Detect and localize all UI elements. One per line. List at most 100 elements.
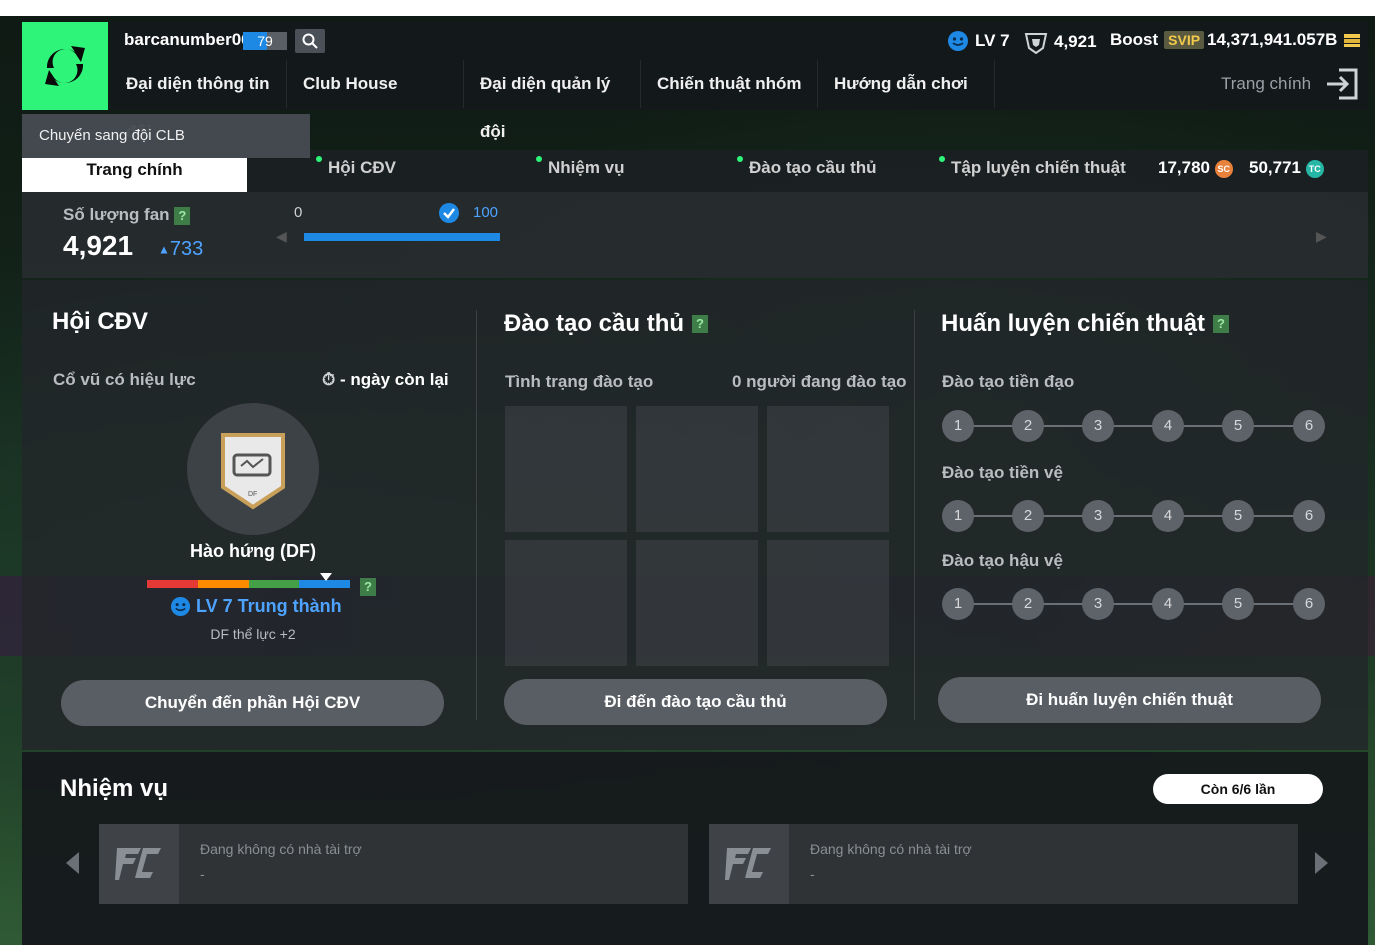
tab-tactics-practice[interactable]: Tập luyện chiến thuật <box>951 158 1126 178</box>
sponsor-text: Đang không có nhà tài trợ <box>200 841 362 857</box>
step-node[interactable]: 5 <box>1222 588 1254 620</box>
step-line <box>958 515 1311 517</box>
svip-badge: SVIP <box>1164 31 1205 49</box>
tactics-help-icon[interactable]: ? <box>1213 315 1230 333</box>
step-node[interactable]: 2 <box>1012 500 1044 532</box>
search-button[interactable] <box>295 29 325 53</box>
account-level-text: LV 7 <box>975 31 1010 50</box>
step-node[interactable]: 6 <box>1293 500 1325 532</box>
loyalty-meter <box>147 580 350 588</box>
step-node[interactable]: 1 <box>942 500 974 532</box>
missions-next-arrow-icon[interactable] <box>1315 852 1328 874</box>
training-slot[interactable] <box>636 540 758 666</box>
training-help-icon[interactable]: ? <box>692 315 709 333</box>
tab-player-training[interactable]: Đào tạo cầu thủ <box>749 158 877 178</box>
nav-team-info[interactable]: Đại diện thông tin đội <box>110 60 287 141</box>
tab-home[interactable]: Trang chính <box>22 158 247 192</box>
tab-fanclub[interactable]: Hội CĐV <box>328 158 396 178</box>
tab-fanclub-dot <box>316 156 322 162</box>
step-node[interactable]: 2 <box>1012 410 1044 442</box>
user-level-badge: 79 <box>243 32 287 50</box>
fanclub-title: Hội CĐV <box>52 308 148 335</box>
missions-prev-arrow-icon[interactable] <box>66 852 79 874</box>
sc-currency: 17,780 SC <box>1158 158 1233 178</box>
progress-min: 0 <box>294 204 303 221</box>
nav-team-management[interactable]: Đại diện quản lý đội <box>464 60 641 141</box>
coin-balance[interactable]: 14,371,941.057B <box>1207 30 1361 50</box>
training-slot[interactable] <box>767 540 889 666</box>
sponsor-sub: - <box>200 866 205 882</box>
step-node[interactable]: 3 <box>1082 410 1114 442</box>
smiley-icon <box>948 31 968 51</box>
step-node[interactable]: 4 <box>1152 588 1184 620</box>
tactics-row-label: Đào tạo tiền vệ <box>942 463 1063 482</box>
fan-delta-value: 733 <box>169 238 204 260</box>
go-to-fanclub-button[interactable]: Chuyển đến phần Hội CĐV <box>61 680 444 726</box>
tab-missions-dot <box>536 156 542 162</box>
step-node[interactable]: 5 <box>1222 410 1254 442</box>
column-divider <box>914 310 915 720</box>
fan-count-text: 4,921 <box>1054 32 1097 51</box>
boost-indicator[interactable]: Boost SVIP <box>1110 30 1205 50</box>
training-slot[interactable] <box>767 406 889 532</box>
nav-club-house[interactable]: Club House <box>287 60 464 108</box>
sponsor-card[interactable]: Đang không có nhà tài trợ - <box>709 824 1298 904</box>
exit-button[interactable] <box>1325 67 1359 101</box>
step-node[interactable]: 1 <box>942 588 974 620</box>
switch-club-dropdown[interactable]: Chuyển sang đội CLB <box>22 114 310 158</box>
training-slot[interactable] <box>636 406 758 532</box>
tactics-row-label: Đào tạo hậu vệ <box>942 551 1063 570</box>
stopwatch-icon: ⏱ <box>322 370 336 389</box>
fan-summary-bar <box>22 192 1368 278</box>
boost-label: Boost <box>1110 30 1159 49</box>
nav-home[interactable]: Trang chính <box>1221 74 1311 94</box>
tc-currency: 50,771 TC <box>1249 158 1324 178</box>
account-level[interactable]: LV 7 <box>947 30 1010 52</box>
step-node[interactable]: 4 <box>1152 410 1184 442</box>
fan-prev-arrow-icon[interactable]: ◀ <box>276 228 287 245</box>
sponsor-text: Đang không có nhà tài trợ <box>810 841 972 857</box>
nav-guide[interactable]: Hướng dẫn chơi <box>818 60 995 108</box>
fan-count-value: 4,921 <box>63 230 134 261</box>
midfield-training-steps: 1 2 3 4 5 6 <box>942 500 1327 532</box>
go-to-tactics-button[interactable]: Đi huấn luyện chiến thuật <box>938 677 1321 723</box>
fc-logo-icon <box>99 824 179 904</box>
fan-next-arrow-icon[interactable]: ▶ <box>1316 228 1327 245</box>
fan-count[interactable]: 4,921 <box>1024 30 1097 54</box>
sc-amount: 17,780 <box>1158 158 1210 177</box>
missions-remaining-badge: Còn 6/6 lần <box>1153 774 1323 804</box>
coin-balance-text: 14,371,941.057B <box>1207 30 1338 49</box>
step-node[interactable]: 3 <box>1082 588 1114 620</box>
tc-coin-icon: TC <box>1305 159 1324 178</box>
tab-missions[interactable]: Nhiệm vụ <box>548 158 625 178</box>
tactics-title-row: Huấn luyện chiến thuật ? <box>941 310 1230 338</box>
step-node[interactable]: 5 <box>1222 500 1254 532</box>
step-node[interactable]: 3 <box>1082 500 1114 532</box>
cheer-badge-circle[interactable]: DF <box>187 403 319 535</box>
fan-progress-track <box>304 233 500 241</box>
sponsor-card[interactable]: Đang không có nhà tài trợ - <box>99 824 688 904</box>
progress-max: 100 <box>473 204 499 221</box>
step-node[interactable]: 2 <box>1012 588 1044 620</box>
meter-segment-orange <box>197 580 249 588</box>
go-to-training-button[interactable]: Đi đến đào tạo cầu thủ <box>504 679 887 725</box>
step-node[interactable]: 1 <box>942 410 974 442</box>
training-title-row: Đào tạo cầu thủ ? <box>504 310 709 338</box>
step-node[interactable]: 4 <box>1152 500 1184 532</box>
meter-help-icon[interactable]: ? <box>360 578 376 596</box>
step-line <box>958 603 1311 605</box>
step-node[interactable]: 6 <box>1293 588 1325 620</box>
column-divider <box>476 310 477 720</box>
training-status-label: Tình trạng đào tạo <box>505 372 654 391</box>
fan-help-icon[interactable]: ? <box>174 206 191 225</box>
nav-team-tactics[interactable]: Chiến thuật nhóm <box>641 60 818 108</box>
step-node[interactable]: 6 <box>1293 410 1325 442</box>
sponsor-sub: - <box>810 866 815 882</box>
training-slot[interactable] <box>505 540 627 666</box>
club-switch-logo[interactable] <box>22 22 108 110</box>
delta-up-icon: ▲ <box>158 242 170 257</box>
fan-delta: ▲733 <box>158 238 203 261</box>
coin-stack-icon <box>1344 34 1361 47</box>
training-slot[interactable] <box>505 406 627 532</box>
loyalty-level-text: LV 7 Trung thành <box>196 596 342 616</box>
